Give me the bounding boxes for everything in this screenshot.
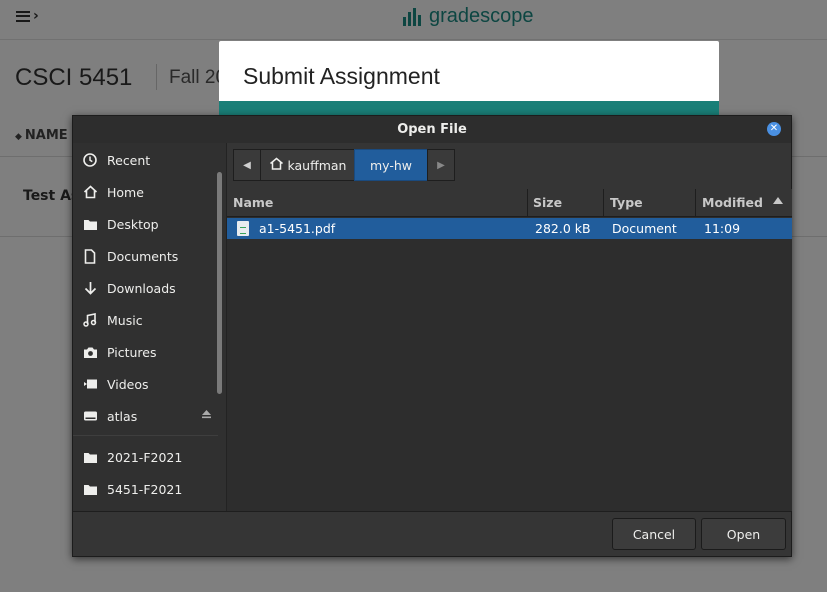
video-icon — [73, 378, 107, 390]
pdf-file-icon — [237, 221, 249, 236]
file-size: 282.0 kB — [535, 221, 591, 236]
sidebar-item-recent[interactable]: Recent — [73, 146, 218, 174]
modal-title: Submit Assignment — [243, 63, 440, 89]
chevron-right-icon: ▶ — [437, 159, 445, 171]
places-sidebar: Recent Home Desktop Documents Downloads — [73, 143, 226, 511]
sidebar-item-atlas[interactable]: atlas — [73, 402, 218, 430]
folder-icon — [73, 218, 107, 231]
eject-icon[interactable] — [201, 409, 212, 422]
open-button[interactable]: Open — [701, 518, 786, 550]
sidebar-item-label: Home — [107, 184, 144, 200]
column-separator[interactable] — [603, 189, 604, 216]
home-icon — [269, 157, 284, 173]
download-icon — [73, 281, 107, 295]
sidebar-item-label: Documents — [107, 248, 179, 264]
sidebar-item-label: atlas — [107, 408, 138, 424]
column-separator[interactable] — [527, 189, 528, 216]
dialog-title: Open File — [397, 122, 467, 137]
sidebar-item-home[interactable]: Home — [73, 178, 218, 206]
dialog-footer: Cancel Open — [73, 511, 791, 556]
music-icon — [73, 313, 107, 327]
sidebar-item-music[interactable]: Music — [73, 306, 218, 334]
path-current-button[interactable]: my-hw — [354, 149, 428, 181]
dialog-titlebar: Open File ✕ — [73, 116, 791, 143]
document-icon — [73, 248, 107, 264]
path-forward-button[interactable]: ▶ — [427, 149, 455, 181]
divider — [73, 435, 218, 436]
file-row[interactable]: a1-5451.pdf 282.0 kB Document 11:09 — [227, 218, 792, 239]
camera-icon — [73, 346, 107, 359]
sidebar-item-bookmark-2021-f2021[interactable]: 2021-F2021 — [73, 443, 218, 471]
path-back-button[interactable]: ◀ — [233, 149, 261, 181]
sidebar-item-label: 5451-F2021 — [107, 481, 183, 497]
folder-icon — [73, 451, 107, 464]
sidebar-item-pictures[interactable]: Pictures — [73, 338, 218, 366]
sidebar-item-label: Downloads — [107, 280, 176, 296]
home-icon — [73, 185, 107, 199]
close-button[interactable]: ✕ — [767, 122, 781, 136]
path-bar: ◀ kauffman my-hw ▶ — [233, 149, 455, 181]
open-file-dialog: Open File ✕ Recent Home Desktop Document… — [72, 115, 792, 557]
path-home-button[interactable]: kauffman — [260, 149, 355, 181]
column-separator[interactable] — [695, 189, 696, 216]
chevron-left-icon: ◀ — [243, 159, 251, 171]
sidebar-item-videos[interactable]: Videos — [73, 370, 218, 398]
column-header-size[interactable]: Size — [533, 195, 562, 210]
close-icon: ✕ — [769, 123, 779, 134]
sidebar-item-label: Music — [107, 312, 143, 328]
path-home-label: kauffman — [287, 157, 347, 173]
sidebar-item-documents[interactable]: Documents — [73, 242, 218, 270]
sidebar-item-downloads[interactable]: Downloads — [73, 274, 218, 302]
column-header-modified[interactable]: Modified — [702, 195, 763, 210]
file-type: Document — [612, 221, 677, 236]
sidebar-scrollbar[interactable] — [217, 172, 222, 394]
sort-ascending-icon — [773, 197, 783, 204]
clock-icon — [73, 153, 107, 167]
file-name: a1-5451.pdf — [259, 221, 336, 236]
sidebar-item-label: 2021-F2021 — [107, 449, 183, 465]
column-header-type[interactable]: Type — [610, 195, 643, 210]
file-list-header: Name Size Type Modified — [227, 189, 792, 217]
cancel-button[interactable]: Cancel — [612, 518, 696, 550]
file-list: Name Size Type Modified a1-5451.pdf 282.… — [227, 189, 792, 511]
column-header-name[interactable]: Name — [233, 195, 273, 210]
sidebar-item-label: Pictures — [107, 344, 157, 360]
sidebar-item-label: Desktop — [107, 216, 159, 232]
sidebar-item-label: Recent — [107, 152, 151, 168]
sidebar-item-desktop[interactable]: Desktop — [73, 210, 218, 238]
sidebar-item-label: Videos — [107, 376, 149, 392]
sidebar-item-bookmark-5451-f2021[interactable]: 5451-F2021 — [73, 475, 218, 503]
drive-icon — [73, 410, 107, 422]
folder-icon — [73, 483, 107, 496]
file-modified: 11:09 — [704, 221, 741, 236]
